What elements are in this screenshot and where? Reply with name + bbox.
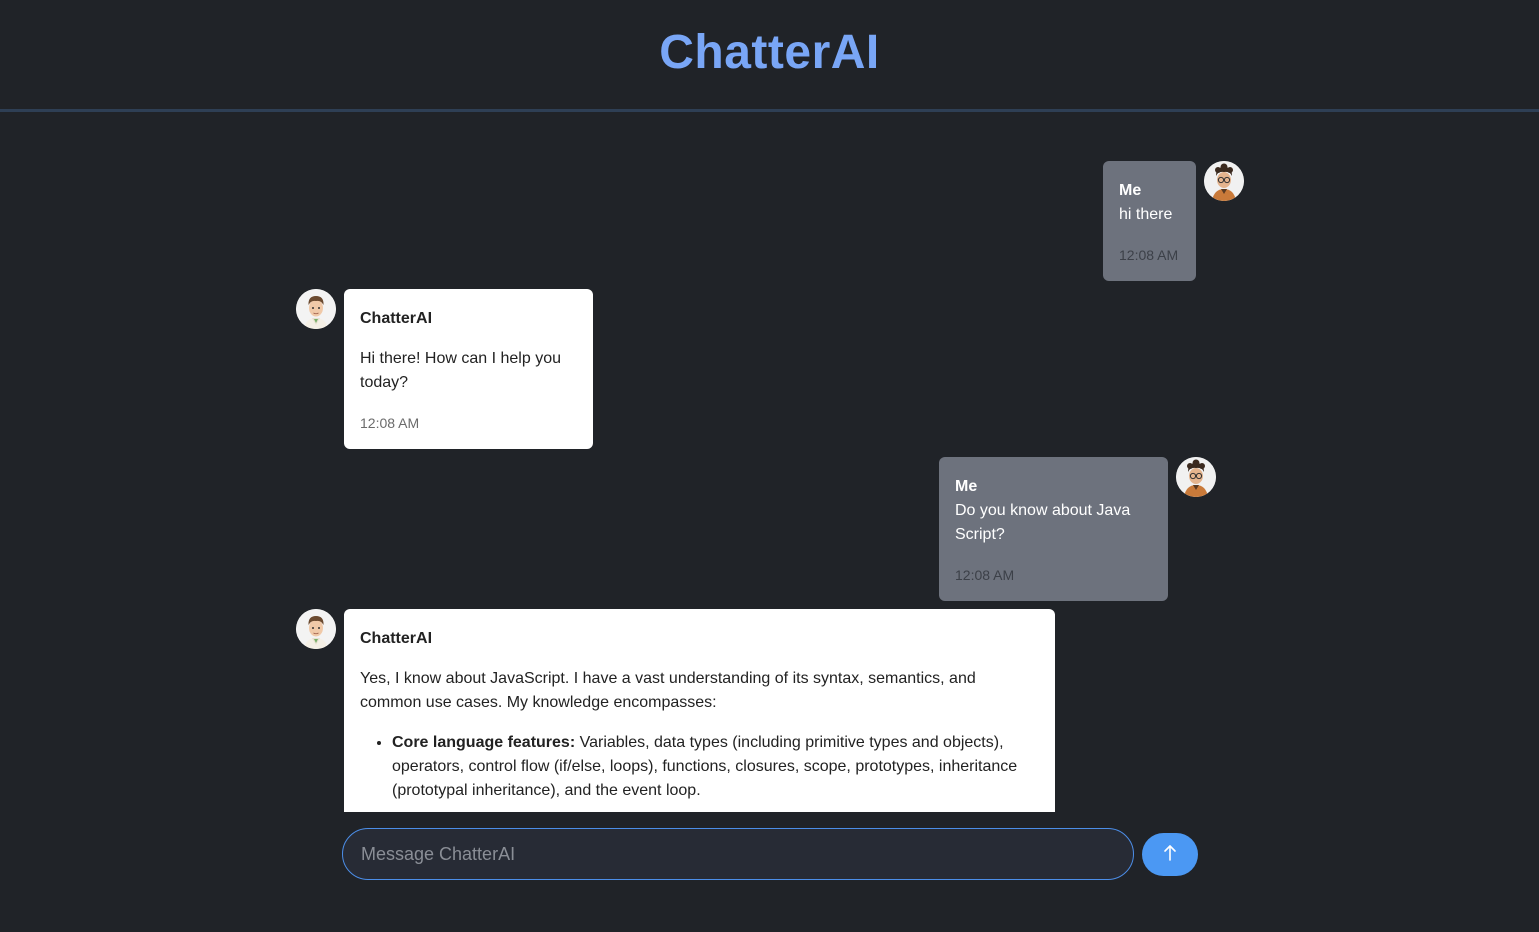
message-text: Do you know about Java Script? xyxy=(955,502,1131,543)
message-sender: Me xyxy=(1119,182,1142,199)
message-sender: ChatterAI xyxy=(360,630,433,647)
user-message: Me Do you know about Java Script? 12:08 … xyxy=(939,457,1168,601)
list-item: Core language features: Variables, data … xyxy=(392,731,1039,803)
app-header: ChatterAI xyxy=(0,0,1539,112)
message-time: 12:08 AM xyxy=(360,415,420,431)
message-time: 12:08 AM xyxy=(955,567,1015,583)
chat-messages[interactable]: Me hi there 12:08 AM ChatterAI Hi there!… xyxy=(0,112,1539,812)
message-text: hi there xyxy=(1119,206,1173,223)
message-input-container[interactable] xyxy=(342,828,1134,880)
user-avatar-icon xyxy=(1204,161,1244,201)
bullet-heading: Core language features: xyxy=(392,734,576,751)
app-title: ChatterAI xyxy=(659,26,880,79)
message-text: Hi there! How can I help you today? xyxy=(360,350,561,391)
assistant-message: ChatterAI Hi there! How can I help you t… xyxy=(344,289,593,449)
user-message: Me hi there 12:08 AM xyxy=(1103,161,1196,281)
message-bullet-list: Core language features: Variables, data … xyxy=(360,731,1039,803)
user-avatar-icon xyxy=(1176,457,1216,497)
message-sender: Me xyxy=(955,478,978,495)
send-button[interactable] xyxy=(1142,833,1198,876)
message-text: Yes, I know about JavaScript. I have a v… xyxy=(360,670,976,711)
bot-avatar-icon xyxy=(296,289,336,329)
message-sender: ChatterAI xyxy=(360,310,433,327)
assistant-message: ChatterAI Yes, I know about JavaScript. … xyxy=(344,609,1055,812)
arrow-up-icon xyxy=(1162,844,1178,865)
message-input[interactable] xyxy=(359,842,1117,866)
bot-avatar-icon xyxy=(296,609,336,649)
message-time: 12:08 AM xyxy=(1119,247,1179,263)
